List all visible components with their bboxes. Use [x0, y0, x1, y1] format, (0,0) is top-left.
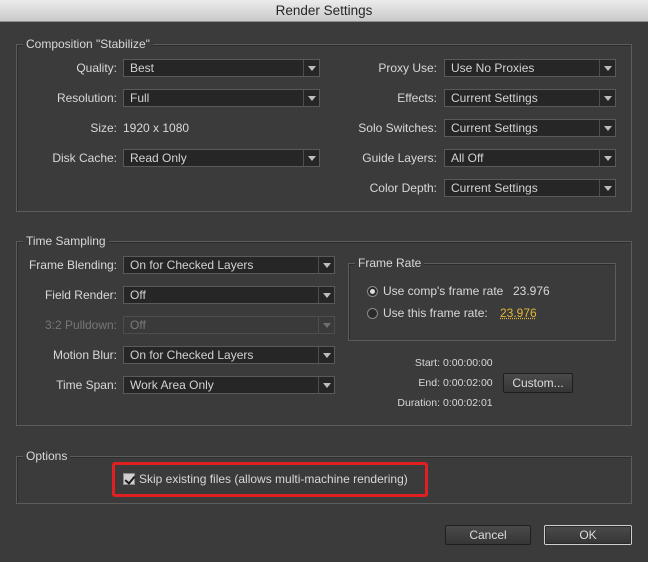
pulldown-label: 3:2 Pulldown:: [44, 318, 117, 332]
ok-button[interactable]: OK: [544, 525, 632, 545]
comp-frame-rate-value: 23.976: [513, 284, 550, 298]
custom-frame-rate-value[interactable]: 23.976: [500, 304, 537, 322]
custom-frame-rate-label[interactable]: Use this frame rate:: [383, 304, 488, 322]
color-depth-label: Color Depth:: [369, 181, 437, 195]
custom-frame-rate-radio[interactable]: [367, 308, 378, 319]
size-value: 1920 x 1080: [123, 121, 190, 135]
field-render-label: Field Render:: [44, 288, 117, 302]
guide-layers-dropdown[interactable]: All Off: [444, 149, 616, 167]
quality-dropdown[interactable]: Best: [123, 59, 320, 77]
frame-rate-group-title: Frame Rate: [355, 256, 425, 270]
field-render-value: Off: [130, 288, 146, 302]
motion-blur-value: On for Checked Layers: [130, 348, 254, 362]
chevron-down-icon: [318, 347, 334, 363]
start-label: Start:: [414, 357, 440, 369]
time-span-value: Work Area Only: [130, 378, 214, 392]
effects-value: Current Settings: [451, 91, 538, 105]
proxy-use-value: Use No Proxies: [451, 61, 535, 75]
custom-time-span-button[interactable]: Custom...: [503, 373, 573, 393]
size-label: Size:: [90, 121, 117, 135]
time-span-dropdown[interactable]: Work Area Only: [123, 376, 335, 394]
solo-switches-label: Solo Switches:: [358, 121, 437, 135]
motion-blur-dropdown[interactable]: On for Checked Layers: [123, 346, 335, 364]
chevron-down-icon: [303, 150, 319, 166]
pulldown-value: Off: [130, 318, 146, 332]
guide-layers-value: All Off: [451, 151, 484, 165]
proxy-use-dropdown[interactable]: Use No Proxies: [444, 59, 616, 77]
frame-blending-value: On for Checked Layers: [130, 258, 254, 272]
chevron-down-icon: [318, 257, 334, 273]
chevron-down-icon: [599, 90, 615, 106]
color-depth-dropdown[interactable]: Current Settings: [444, 179, 616, 197]
chevron-down-icon: [599, 60, 615, 76]
solo-switches-dropdown[interactable]: Current Settings: [444, 119, 616, 137]
chevron-down-icon: [318, 287, 334, 303]
end-label: End:: [418, 377, 440, 389]
pulldown-dropdown: Off: [123, 316, 335, 334]
disk-cache-label: Disk Cache:: [52, 151, 117, 165]
guide-layers-label: Guide Layers:: [362, 151, 437, 165]
effects-label: Effects:: [397, 91, 437, 105]
quality-value: Best: [130, 61, 155, 75]
disk-cache-value: Read Only: [130, 151, 187, 165]
resolution-value: Full: [130, 91, 150, 105]
motion-blur-label: Motion Blur:: [52, 348, 117, 362]
chevron-down-icon: [599, 150, 615, 166]
window-title: Render Settings: [0, 0, 648, 22]
start-value: 0:00:00:00: [443, 357, 493, 369]
field-render-dropdown[interactable]: Off: [123, 286, 335, 304]
chevron-down-icon: [318, 377, 334, 393]
comp-frame-rate-radio[interactable]: [367, 286, 378, 297]
skip-existing-label[interactable]: Skip existing files (allows multi-machin…: [139, 470, 408, 488]
frame-blending-label: Frame Blending:: [28, 258, 117, 272]
skip-existing-checkbox[interactable]: [123, 473, 135, 485]
chevron-down-icon: [318, 317, 334, 333]
duration-label: Duration:: [397, 397, 440, 409]
end-value: 0:00:02:00: [443, 377, 493, 389]
frame-blending-dropdown[interactable]: On for Checked Layers: [123, 256, 335, 274]
disk-cache-dropdown[interactable]: Read Only: [123, 149, 320, 167]
chevron-down-icon: [303, 90, 319, 106]
composition-group-title: Composition "Stabilize": [23, 37, 153, 51]
solo-switches-value: Current Settings: [451, 121, 538, 135]
chevron-down-icon: [599, 180, 615, 196]
resolution-dropdown[interactable]: Full: [123, 89, 320, 107]
frame-rate-group: Frame Rate: [348, 256, 616, 341]
proxy-use-label: Proxy Use:: [378, 61, 437, 75]
quality-label: Quality:: [76, 61, 117, 75]
chevron-down-icon: [303, 60, 319, 76]
time-sampling-group-title: Time Sampling: [23, 234, 109, 248]
cancel-button[interactable]: Cancel: [445, 525, 531, 545]
options-group-title: Options: [23, 449, 71, 463]
chevron-down-icon: [599, 120, 615, 136]
time-span-label: Time Span:: [56, 378, 117, 392]
comp-frame-rate-label[interactable]: Use comp's frame rate: [383, 282, 503, 300]
duration-value: 0:00:02:01: [443, 397, 493, 409]
resolution-label: Resolution:: [56, 91, 117, 105]
color-depth-value: Current Settings: [451, 181, 538, 195]
effects-dropdown[interactable]: Current Settings: [444, 89, 616, 107]
